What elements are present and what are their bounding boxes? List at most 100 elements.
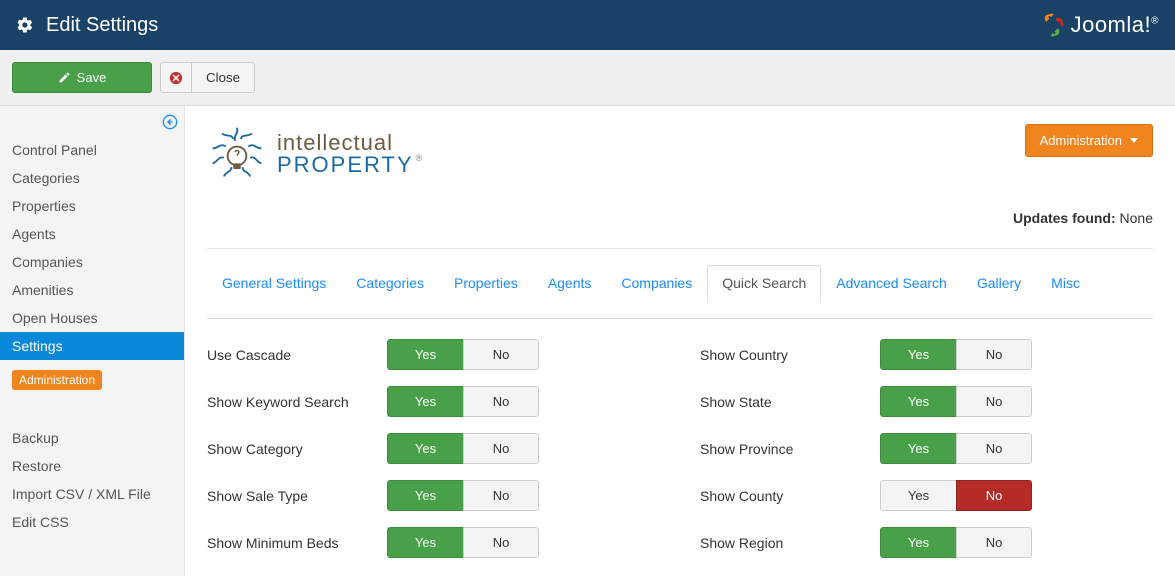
joomla-logo-icon xyxy=(1039,12,1065,38)
tab[interactable]: Advanced Search xyxy=(821,265,962,300)
toggle-no[interactable]: No xyxy=(956,433,1032,464)
sidebar-item[interactable]: Edit CSS xyxy=(0,508,184,536)
logo-registered: ® xyxy=(416,153,423,163)
setting-label: Show Country xyxy=(700,347,880,363)
sidebar-item[interactable]: Agents xyxy=(0,220,184,248)
arrow-left-circle-icon xyxy=(162,114,178,130)
tab[interactable]: Categories xyxy=(341,265,439,300)
close-group: Close xyxy=(160,62,255,93)
toggle-no[interactable]: No xyxy=(956,480,1032,511)
setting-row: Show Minimum BedsYesNo xyxy=(207,527,660,558)
administration-badge: Administration xyxy=(12,370,102,390)
toggle-no[interactable]: No xyxy=(463,433,539,464)
sidebar-item[interactable]: Settings xyxy=(0,332,184,360)
main-panel: intellectual PROPERTY® Administration Up… xyxy=(185,106,1175,576)
sidebar-item[interactable]: Import CSV / XML File xyxy=(0,480,184,508)
sidebar-list-primary: Control PanelCategoriesPropertiesAgentsC… xyxy=(0,136,184,360)
logo-text-top: intellectual xyxy=(277,132,422,154)
settings-form: Use CascadeYesNoShow CountryYesNoShow Ke… xyxy=(207,339,1153,558)
toggle-yes[interactable]: Yes xyxy=(387,433,463,464)
toggle-yes[interactable]: Yes xyxy=(387,527,463,558)
toggle-yes[interactable]: Yes xyxy=(880,433,956,464)
caret-down-icon xyxy=(1130,138,1138,143)
toggle-yes[interactable]: Yes xyxy=(880,339,956,370)
yes-no-toggle[interactable]: YesNo xyxy=(880,527,1032,558)
yes-no-toggle[interactable]: YesNo xyxy=(880,433,1032,464)
sun-bulb-icon xyxy=(207,124,267,184)
tab[interactable]: Gallery xyxy=(962,265,1036,300)
close-icon xyxy=(169,71,183,85)
toggle-yes[interactable]: Yes xyxy=(880,527,956,558)
yes-no-toggle[interactable]: YesNo xyxy=(880,339,1032,370)
sidebar-item[interactable]: Properties xyxy=(0,192,184,220)
page-title: Edit Settings xyxy=(46,14,1039,37)
yes-no-toggle[interactable]: YesNo xyxy=(387,339,539,370)
setting-label: Show Keyword Search xyxy=(207,394,387,410)
setting-label: Show State xyxy=(700,394,880,410)
toggle-no[interactable]: No xyxy=(463,480,539,511)
setting-label: Show Province xyxy=(700,441,880,457)
save-label: Save xyxy=(77,70,107,85)
sidebar-item[interactable]: Restore xyxy=(0,452,184,480)
sidebar-item[interactable]: Control Panel xyxy=(0,136,184,164)
setting-label: Show Sale Type xyxy=(207,488,387,504)
tab[interactable]: Properties xyxy=(439,265,533,300)
setting-row: Use CascadeYesNo xyxy=(207,339,660,370)
setting-label: Show Minimum Beds xyxy=(207,535,387,551)
yes-no-toggle[interactable]: YesNo xyxy=(880,480,1032,511)
divider xyxy=(207,248,1153,249)
setting-row: Show RegionYesNo xyxy=(700,527,1153,558)
sidebar-item[interactable]: Backup xyxy=(0,424,184,452)
toggle-no[interactable]: No xyxy=(956,386,1032,417)
setting-label: Use Cascade xyxy=(207,347,387,363)
logo-text-bottom: PROPERTY xyxy=(277,152,414,177)
sidebar-item[interactable]: Companies xyxy=(0,248,184,276)
yes-no-toggle[interactable]: YesNo xyxy=(387,527,539,558)
updates-status: Updates found: None xyxy=(207,210,1153,226)
close-icon-wrap[interactable] xyxy=(160,62,192,93)
toggle-yes[interactable]: Yes xyxy=(880,386,956,417)
toggle-no[interactable]: No xyxy=(463,386,539,417)
toggle-yes[interactable]: Yes xyxy=(387,339,463,370)
brand-name: Joomla! xyxy=(1071,12,1152,37)
updates-label: Updates found: xyxy=(1013,210,1116,226)
gear-icon xyxy=(16,16,34,34)
tab[interactable]: Quick Search xyxy=(707,265,821,301)
toggle-no[interactable]: No xyxy=(463,339,539,370)
collapse-sidebar-button[interactable] xyxy=(162,114,178,133)
sidebar-item[interactable]: Categories xyxy=(0,164,184,192)
tab[interactable]: Companies xyxy=(606,265,707,300)
settings-tabs: General SettingsCategoriesPropertiesAgen… xyxy=(207,265,1153,300)
setting-row: Show CountyYesNo xyxy=(700,480,1153,511)
sidebar: Control PanelCategoriesPropertiesAgentsC… xyxy=(0,106,185,576)
sidebar-section-badge: Administration xyxy=(0,360,184,400)
toggle-yes[interactable]: Yes xyxy=(387,386,463,417)
sidebar-item[interactable]: Amenities xyxy=(0,276,184,304)
setting-label: Show Category xyxy=(207,441,387,457)
save-button[interactable]: Save xyxy=(12,62,152,93)
yes-no-toggle[interactable]: YesNo xyxy=(387,480,539,511)
toggle-yes[interactable]: Yes xyxy=(880,480,956,511)
save-icon xyxy=(58,71,71,84)
setting-row: Show CategoryYesNo xyxy=(207,433,660,464)
toggle-no[interactable]: No xyxy=(956,339,1032,370)
action-toolbar: Save Close xyxy=(0,50,1175,106)
setting-row: Show ProvinceYesNo xyxy=(700,433,1153,464)
tab[interactable]: Misc xyxy=(1036,265,1095,300)
yes-no-toggle[interactable]: YesNo xyxy=(387,433,539,464)
sidebar-item[interactable]: Open Houses xyxy=(0,304,184,332)
administration-label: Administration xyxy=(1040,133,1122,148)
administration-dropdown[interactable]: Administration xyxy=(1025,124,1153,157)
setting-row: Show Sale TypeYesNo xyxy=(207,480,660,511)
yes-no-toggle[interactable]: YesNo xyxy=(880,386,1032,417)
yes-no-toggle[interactable]: YesNo xyxy=(387,386,539,417)
setting-row: Show Keyword SearchYesNo xyxy=(207,386,660,417)
toggle-no[interactable]: No xyxy=(463,527,539,558)
setting-label: Show County xyxy=(700,488,880,504)
tab[interactable]: Agents xyxy=(533,265,607,300)
tab[interactable]: General Settings xyxy=(207,265,341,300)
close-button[interactable]: Close xyxy=(192,62,255,93)
setting-label: Show Region xyxy=(700,535,880,551)
toggle-yes[interactable]: Yes xyxy=(387,480,463,511)
toggle-no[interactable]: No xyxy=(956,527,1032,558)
